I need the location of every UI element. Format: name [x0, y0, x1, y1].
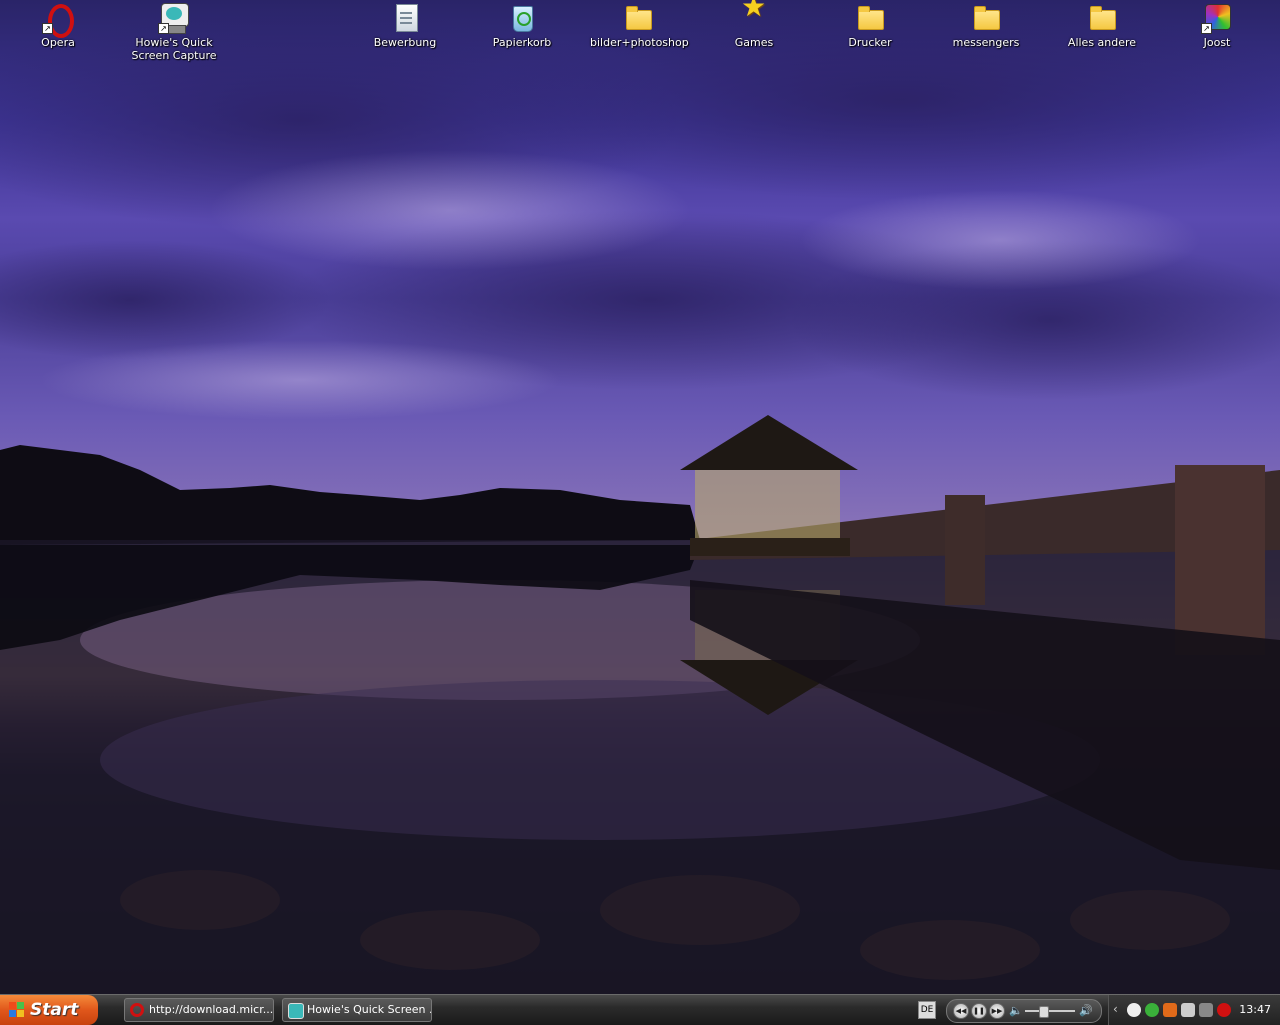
joost-icon: ↗ [1201, 2, 1233, 34]
desktop-icon-label: Opera [41, 36, 75, 49]
star-icon: ★ [741, 0, 767, 23]
previous-track-icon[interactable]: ◀◀ [953, 1003, 969, 1019]
desktop-icon-label: Papierkorb [492, 36, 552, 49]
taskbar-button-opera[interactable]: http://download.micr... [124, 998, 274, 1022]
speaker-icon: 🔈 [1009, 1004, 1023, 1017]
taskbar-button-label: http://download.micr... [149, 1003, 274, 1016]
desktop-icon-label: bilder+photoshop [590, 36, 689, 49]
desktop-icon-bilder-photoshop[interactable]: bilder+photoshop [590, 2, 689, 49]
desktop-icon-games[interactable]: ★ Games [706, 0, 802, 49]
shortcut-arrow-icon: ↗ [1201, 23, 1212, 34]
pause-icon[interactable]: ❚❚ [971, 1003, 987, 1019]
screen-capture-icon: ↗ [158, 2, 190, 34]
desktop-icon-label: Joost [1203, 36, 1231, 49]
network-icon[interactable] [1181, 1003, 1195, 1017]
desktop-icon-joost[interactable]: ↗ Joost [1169, 2, 1265, 49]
desktop-icon-drucker[interactable]: Drucker [822, 2, 918, 49]
recycle-bin-icon [506, 2, 538, 34]
taskbar: Start http://download.micr... Howie's Qu… [0, 994, 1280, 1025]
desktop-icon-label: Howie's Quick Screen Capture [131, 36, 217, 62]
opera-icon: ↗ [42, 2, 74, 38]
start-label: Start [30, 1000, 79, 1020]
windows-logo-icon [9, 1002, 24, 1017]
desktop-icon-opera[interactable]: ↗ Opera [10, 2, 106, 49]
taskbar-button-label: Howie's Quick Screen ... [307, 1003, 432, 1016]
folder-icon [1086, 2, 1118, 34]
desktop[interactable]: ↗ Opera ↗ Howie's Quick Screen Capture B… [0, 0, 1280, 994]
desktop-icon-label: Games [734, 36, 774, 49]
desktop-icon-bewerbung[interactable]: Bewerbung [357, 2, 453, 49]
document-icon [389, 2, 421, 34]
wallpaper [0, 0, 1280, 994]
screen-capture-icon [288, 1003, 304, 1019]
language-indicator[interactable]: DE [918, 1001, 936, 1019]
desktop-icon-label: Drucker [848, 36, 892, 49]
desktop-icon-papierkorb[interactable]: Papierkorb [474, 2, 570, 49]
taskbar-button-screen-capture[interactable]: Howie's Quick Screen ... [282, 998, 432, 1022]
desktop-icon-label: Alles andere [1067, 36, 1137, 49]
start-button[interactable]: Start [0, 995, 98, 1025]
shortcut-arrow-icon: ↗ [158, 23, 169, 34]
speaker-loud-icon: 🔊 [1079, 1004, 1093, 1017]
antivirus-icon[interactable] [1217, 1003, 1231, 1017]
steam-icon[interactable] [1127, 1003, 1141, 1017]
volume-slider[interactable] [1025, 1010, 1075, 1012]
system-tray: ‹ 13:47 [1108, 995, 1280, 1025]
shortcut-arrow-icon: ↗ [42, 23, 53, 34]
tray-expand-chevron-icon[interactable]: ‹ [1113, 1002, 1118, 1016]
volume-slider-knob[interactable] [1039, 1006, 1049, 1018]
folder-icon [970, 2, 1002, 34]
folder-icon [854, 2, 886, 34]
next-track-icon[interactable]: ▶▶ [989, 1003, 1005, 1019]
opera-icon [130, 1003, 144, 1017]
tray-app-icon[interactable] [1163, 1003, 1177, 1017]
desktop-icon-screen-capture[interactable]: ↗ Howie's Quick Screen Capture [126, 2, 222, 62]
desktop-icon-label: messengers [952, 36, 1020, 49]
desktop-icon-label: Bewerbung [373, 36, 437, 49]
tray-tool-icon[interactable] [1199, 1003, 1213, 1017]
messenger-icon[interactable] [1145, 1003, 1159, 1017]
desktop-icon-alles-andere[interactable]: Alles andere [1054, 2, 1150, 49]
desktop-icon-messengers[interactable]: messengers [938, 2, 1034, 49]
clock[interactable]: 13:47 [1239, 995, 1271, 1025]
media-toolbar: ◀◀ ❚❚ ▶▶ 🔈 🔊 [946, 999, 1102, 1023]
folder-icon [622, 2, 654, 34]
